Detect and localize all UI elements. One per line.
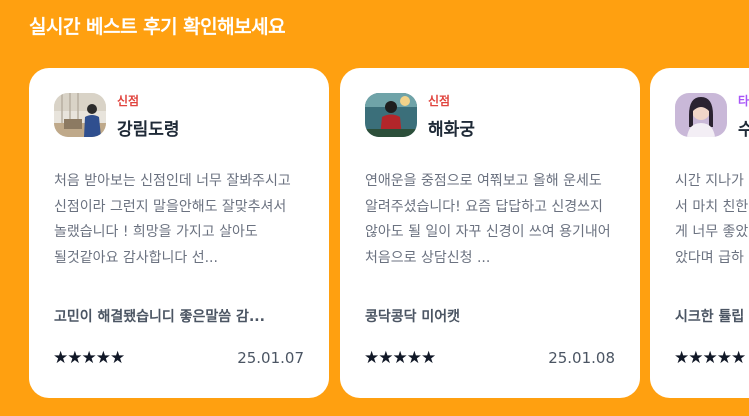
- review-date: 25.01.08: [548, 349, 615, 367]
- counselor-avatar: [675, 93, 727, 137]
- review-text: 연애운을 중점으로 여쭤보고 올해 운세도 알려주셨습니다! 요즘 답답하고 신…: [365, 173, 611, 266]
- review-card[interactable]: 신점 강림도령 처음 받아보는 신점인데 너무 잘봐주시고 신점이라 그런지 말…: [29, 68, 329, 398]
- review-tagline: 고민이 해결됐습니디 좋은말씀 감...: [54, 309, 265, 325]
- review-tagline: 시크한 튤립: [675, 309, 745, 325]
- counselor-name: 수: [738, 120, 749, 140]
- review-text: 시간 지나가 서 마치 친한 게 너무 좋았 았다며 급하: [675, 173, 749, 266]
- review-category: 신점: [428, 94, 451, 108]
- review-card[interactable]: 타 수 시간 지나가 서 마치 친한 게 너무 좋았 았다며 급하 시크한 튤립…: [650, 68, 749, 398]
- review-category: 타: [738, 94, 749, 108]
- review-card[interactable]: 신점 해화궁 연애운을 중점으로 여쭤보고 올해 운세도 알려주셨습니다! 요즘…: [340, 68, 640, 398]
- review-carousel[interactable]: 신점 강림도령 처음 받아보는 신점인데 너무 잘봐주시고 신점이라 그런지 말…: [29, 68, 749, 398]
- counselor-name: 강림도령: [117, 120, 180, 140]
- section-title: 실시간 베스트 후기 확인해보세요: [29, 16, 286, 38]
- counselor-photo-icon: [675, 93, 727, 137]
- counselor-avatar: [54, 93, 106, 137]
- star-rating-icon: ★★★★★: [674, 348, 746, 368]
- review-text: 처음 받아보는 신점인데 너무 잘봐주시고 신점이라 그런지 말을안해도 잘맞추…: [54, 173, 291, 266]
- review-tagline: 콩닥콩닥 미어캣: [365, 309, 461, 325]
- counselor-photo-icon: [365, 93, 417, 137]
- counselor-name: 해화궁: [428, 120, 475, 140]
- counselor-avatar: [365, 93, 417, 137]
- review-date: 25.01.07: [237, 349, 304, 367]
- star-rating-icon: ★★★★★: [53, 348, 125, 368]
- counselor-photo-icon: [54, 93, 106, 137]
- star-rating-icon: ★★★★★: [364, 348, 436, 368]
- review-category: 신점: [117, 94, 140, 108]
